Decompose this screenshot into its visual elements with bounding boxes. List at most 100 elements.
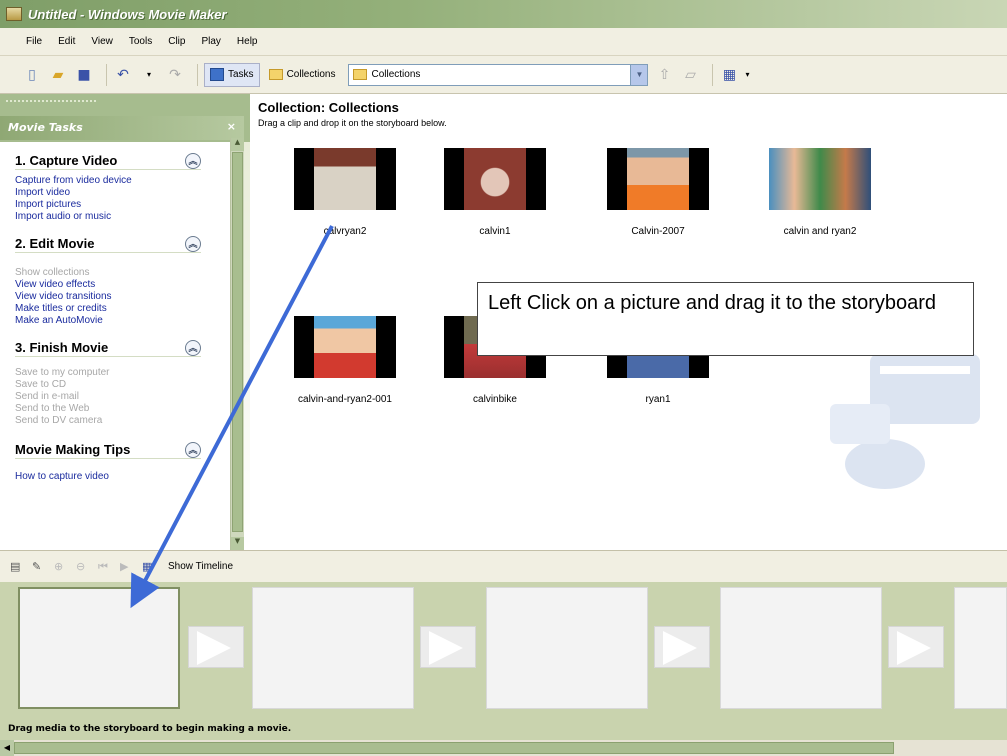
- menu-clip[interactable]: Clip: [168, 36, 185, 47]
- collection-combo-value: Collections: [371, 69, 421, 80]
- scroll-thumb[interactable]: [232, 152, 243, 532]
- scroll-left-icon[interactable]: ◀: [0, 740, 14, 756]
- clip-item[interactable]: calvin and ryan2: [750, 148, 890, 237]
- clip-label: calvin and ryan2: [783, 226, 857, 237]
- clip-thumbnail[interactable]: [444, 148, 546, 210]
- clip-thumbnail[interactable]: [769, 148, 871, 210]
- narrate-icon[interactable]: ✎: [32, 560, 46, 574]
- storyboard-cell[interactable]: [18, 587, 180, 709]
- section-title: 3. Finish Movie: [15, 340, 109, 355]
- new-collection-icon[interactable]: ▱: [680, 65, 700, 85]
- rewind-icon[interactable]: ⏮: [98, 560, 112, 574]
- show-timeline-button[interactable]: Show Timeline: [168, 561, 233, 572]
- close-icon[interactable]: ×: [227, 120, 236, 133]
- menu-bar: File Edit View Tools Clip Play Help: [0, 28, 1007, 56]
- status-bar: Drag media to the storyboard to begin ma…: [0, 718, 1007, 740]
- zoom-out-icon[interactable]: ⊖: [76, 560, 90, 574]
- photo: [464, 148, 526, 210]
- tasks-button[interactable]: Tasks: [204, 62, 260, 87]
- task-make-titles[interactable]: Make titles or credits: [15, 303, 230, 315]
- redo-icon[interactable]: ↷: [165, 65, 185, 85]
- toolbar-separator: [197, 63, 198, 86]
- photo: [314, 148, 376, 210]
- menu-play[interactable]: Play: [201, 36, 220, 47]
- storyboard-cell[interactable]: [720, 587, 882, 709]
- task-view-video-transitions[interactable]: View video transitions: [15, 291, 230, 303]
- collection-combo[interactable]: Collections ▼: [348, 63, 649, 86]
- task-show-collections: Show collections: [15, 267, 90, 278]
- task-capture-from-device[interactable]: Capture from video device: [15, 175, 230, 187]
- storyboard-cell[interactable]: [954, 587, 1007, 709]
- task-view-video-effects[interactable]: View video effects: [15, 279, 230, 291]
- task-import-audio[interactable]: Import audio or music: [15, 211, 230, 223]
- menu-view[interactable]: View: [91, 36, 113, 47]
- transition-cell[interactable]: [654, 626, 710, 668]
- transition-cell[interactable]: [888, 626, 944, 668]
- undo-dropdown-icon[interactable]: ▾: [139, 65, 159, 85]
- views-icon[interactable]: ▦: [719, 65, 739, 85]
- task-how-to-capture[interactable]: How to capture video: [15, 471, 230, 483]
- section-capture-video[interactable]: 1. Capture Video ︽: [15, 152, 201, 170]
- clip-item[interactable]: calvin-and-ryan2-001: [275, 316, 415, 405]
- task-import-video[interactable]: Import video: [15, 187, 230, 199]
- toolbar-separator: [712, 63, 714, 86]
- clip-item[interactable]: calvin1: [425, 148, 565, 237]
- task-pane-title: Movie Tasks: [8, 121, 83, 134]
- clip-thumbnail[interactable]: [607, 148, 709, 210]
- section-edit-movie[interactable]: 2. Edit Movie ︽: [15, 235, 201, 253]
- up-one-level-icon[interactable]: ⇧: [654, 65, 674, 85]
- collapse-icon[interactable]: ︽: [185, 339, 201, 356]
- play-icon[interactable]: ▶: [120, 560, 134, 574]
- collections-label: Collections: [286, 69, 336, 80]
- storyboard-cell[interactable]: [252, 587, 414, 709]
- transition-cell[interactable]: [420, 626, 476, 668]
- clip-label: ryan1: [645, 394, 671, 405]
- undo-icon[interactable]: ↶: [113, 65, 133, 85]
- menu-file[interactable]: File: [26, 36, 42, 47]
- storyboard-scrollbar[interactable]: ◀: [0, 740, 1007, 756]
- section-movie-making-tips[interactable]: Movie Making Tips ︽: [15, 441, 201, 459]
- toolbar-separator: [106, 63, 107, 86]
- collapse-icon[interactable]: ︽: [185, 441, 201, 458]
- task-pane-header: Movie Tasks ×: [0, 116, 244, 140]
- storyboard-cell[interactable]: [486, 587, 648, 709]
- open-project-icon[interactable]: ▰: [48, 65, 68, 85]
- clip-label: Calvin-2007: [631, 226, 685, 237]
- scroll-up-icon[interactable]: ▲: [231, 138, 244, 151]
- scroll-thumb[interactable]: [14, 742, 894, 754]
- task-import-pictures[interactable]: Import pictures: [15, 199, 230, 211]
- clip-label: calvinbike: [473, 394, 517, 405]
- pane-grip[interactable]: [6, 100, 96, 102]
- storyboard[interactable]: [0, 582, 1007, 718]
- section-finish-movie[interactable]: 3. Finish Movie ︽: [15, 339, 201, 357]
- collapse-icon[interactable]: ︽: [185, 235, 201, 252]
- clip-item[interactable]: Calvin-2007: [588, 148, 728, 237]
- clip-item[interactable]: calvryan2: [275, 148, 415, 237]
- task-send-web: Send to the Web: [15, 403, 90, 414]
- views-dropdown-icon[interactable]: ▾: [737, 65, 757, 85]
- scroll-down-icon[interactable]: ▼: [231, 537, 244, 550]
- menu-help[interactable]: Help: [237, 36, 258, 47]
- task-make-automovie[interactable]: Make an AutoMovie: [15, 315, 230, 327]
- photo: [314, 316, 376, 378]
- chevron-down-icon[interactable]: ▼: [630, 64, 648, 85]
- transition-arrow-icon: [663, 631, 697, 665]
- section-title: Movie Making Tips: [15, 442, 131, 457]
- collapse-icon[interactable]: ︽: [185, 152, 201, 169]
- window-title: Untitled - Windows Movie Maker: [28, 6, 227, 22]
- clip-thumbnail[interactable]: [294, 316, 396, 378]
- title-bar: Untitled - Windows Movie Maker: [0, 0, 1007, 28]
- clip-thumbnail[interactable]: [294, 148, 396, 210]
- task-pane-scrollbar[interactable]: ▲ ▼: [230, 138, 244, 550]
- save-icon[interactable]: ■: [74, 65, 94, 85]
- collections-button[interactable]: Collections: [264, 63, 341, 87]
- storyboard-icon[interactable]: ▤: [10, 560, 24, 574]
- menu-tools[interactable]: Tools: [129, 36, 152, 47]
- menu-edit[interactable]: Edit: [58, 36, 75, 47]
- photo: [627, 148, 689, 210]
- new-project-icon[interactable]: ▯: [22, 65, 42, 85]
- zoom-in-icon[interactable]: ⊕: [54, 560, 68, 574]
- tasks-icon: [210, 68, 224, 81]
- transition-cell[interactable]: [188, 626, 244, 668]
- movie-maker-icon: [6, 7, 22, 21]
